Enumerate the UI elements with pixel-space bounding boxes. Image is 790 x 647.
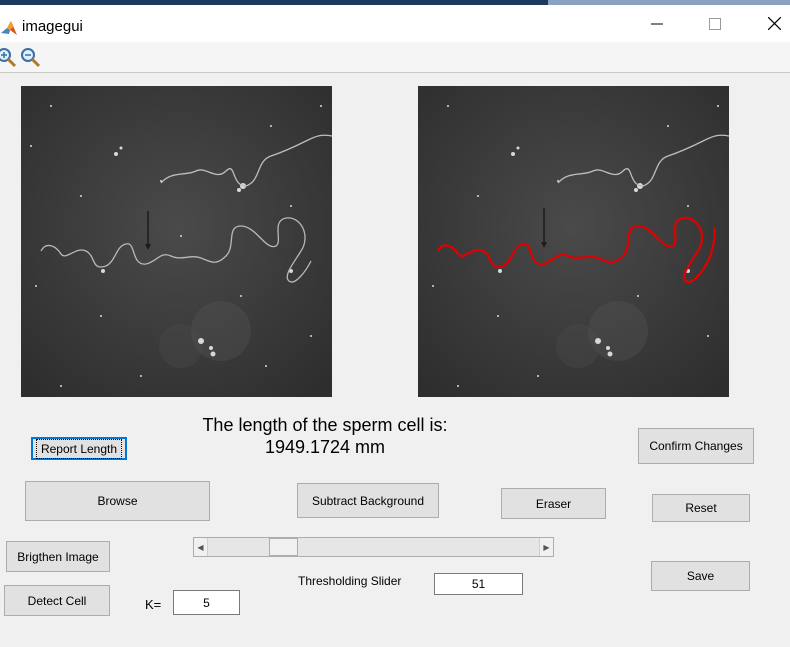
processed-micrograph bbox=[418, 86, 729, 397]
slider-right-arrow[interactable]: ▶ bbox=[539, 538, 553, 556]
maximize-button[interactable] bbox=[686, 5, 744, 42]
browse-button[interactable]: Browse bbox=[25, 481, 210, 521]
length-result-value: 1949.1724 mm bbox=[264, 437, 386, 457]
zoom-in-icon[interactable] bbox=[0, 45, 18, 69]
threshold-value-field[interactable]: 51 bbox=[434, 573, 523, 595]
threshold-slider-label: Thresholding Slider bbox=[298, 574, 402, 588]
original-image-panel[interactable] bbox=[21, 86, 332, 397]
zoom-out-icon[interactable] bbox=[18, 45, 42, 69]
slider-left-arrow[interactable]: ◀ bbox=[194, 538, 208, 556]
figure-toolbar bbox=[0, 42, 790, 73]
processed-image-panel[interactable] bbox=[418, 86, 729, 397]
close-icon bbox=[767, 17, 781, 30]
save-button[interactable]: Save bbox=[651, 561, 750, 591]
length-result-label: The length of the sperm cell is: bbox=[202, 415, 448, 435]
maximize-icon bbox=[709, 17, 721, 30]
length-result: The length of the sperm cell is: 1949.17… bbox=[150, 414, 500, 458]
close-button[interactable] bbox=[745, 5, 790, 42]
slider-thumb[interactable] bbox=[269, 538, 298, 556]
k-value-field[interactable]: 5 bbox=[173, 590, 240, 615]
eraser-button[interactable]: Eraser bbox=[501, 488, 606, 519]
matlab-icon bbox=[1, 21, 17, 35]
k-label: K= bbox=[145, 597, 162, 612]
report-length-button[interactable]: Report Length bbox=[31, 437, 127, 460]
window-title: imagegui bbox=[22, 18, 83, 35]
threshold-slider[interactable]: ◀ ▶ bbox=[193, 537, 554, 557]
reset-button[interactable]: Reset bbox=[652, 494, 750, 522]
report-length-label: Report Length bbox=[35, 438, 123, 459]
detect-cell-button[interactable]: Detect Cell bbox=[4, 585, 110, 616]
confirm-changes-button[interactable]: Confirm Changes bbox=[638, 428, 754, 464]
original-micrograph bbox=[21, 86, 332, 397]
minimize-icon bbox=[651, 23, 663, 24]
subtract-background-button[interactable]: Subtract Background bbox=[297, 483, 439, 518]
brighten-image-button[interactable]: Brigthen Image bbox=[6, 541, 110, 572]
minimize-button[interactable] bbox=[628, 5, 686, 42]
